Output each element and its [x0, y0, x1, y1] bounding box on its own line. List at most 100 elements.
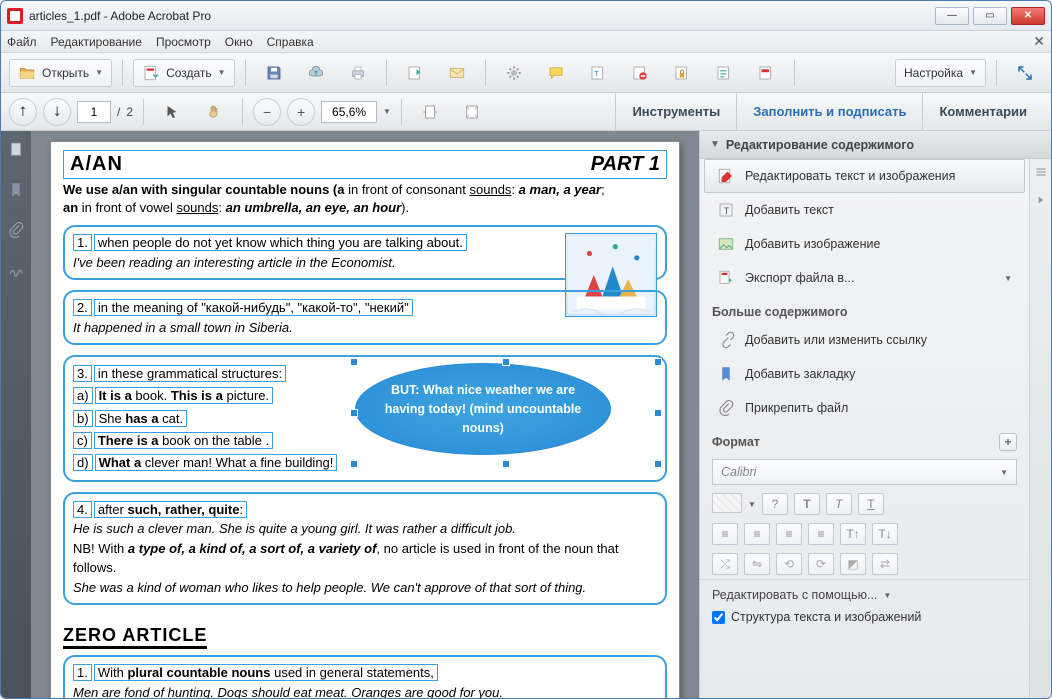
align-center-button[interactable]: ≡	[744, 523, 770, 545]
save-button[interactable]	[256, 59, 292, 87]
superscript-button[interactable]: T↑	[840, 523, 866, 545]
comment-button[interactable]	[538, 59, 574, 87]
remove-button[interactable]	[622, 59, 658, 87]
protect-button[interactable]	[664, 59, 700, 87]
replace-button[interactable]: ⇄	[872, 553, 898, 575]
caret-icon[interactable]: ▼	[748, 500, 756, 509]
align-justify-button[interactable]: ≡	[808, 523, 834, 545]
tab-comments[interactable]: Комментарии	[922, 93, 1043, 131]
email-button[interactable]	[439, 59, 475, 87]
resize-handle[interactable]	[654, 460, 662, 468]
font-size-button[interactable]: ?	[762, 493, 788, 515]
fit-width-button[interactable]	[412, 98, 448, 126]
intro-text: We use a/an with singular countable noun…	[63, 181, 667, 217]
zoom-input[interactable]	[321, 101, 377, 123]
menu-help[interactable]: Справка	[267, 35, 314, 49]
right-panel: ▼ Редактирование содержимого Редактирова…	[699, 131, 1051, 699]
resize-handle[interactable]	[654, 409, 662, 417]
multimedia-button[interactable]	[748, 59, 784, 87]
menu-window[interactable]: Окно	[225, 35, 253, 49]
font-selector[interactable]: Calibri ▼	[712, 459, 1017, 485]
document-viewport[interactable]: A/AN PART 1 We use a/an with singular co…	[31, 131, 699, 699]
caret-icon: ▼	[969, 68, 977, 77]
gear-button[interactable]	[496, 59, 532, 87]
next-page-button[interactable]: ⭣	[43, 98, 71, 126]
format-row-2: ≡ ≡ ≡ ≡ T↑ T↓	[700, 519, 1029, 549]
create-button[interactable]: Создать ▼	[133, 59, 235, 87]
save-cloud-button[interactable]	[298, 59, 334, 87]
tab-fill-sign[interactable]: Заполнить и подписать	[736, 93, 922, 131]
export-file-item[interactable]: Экспорт файла в... ▼	[704, 261, 1025, 295]
attachments-icon[interactable]	[7, 221, 25, 239]
add-link-item[interactable]: Добавить или изменить ссылку	[704, 323, 1025, 357]
italic-button[interactable]: T	[826, 493, 852, 515]
panel-header[interactable]: ▼ Редактирование содержимого	[700, 131, 1051, 159]
resize-handle[interactable]	[654, 358, 662, 366]
panel-body: Редактировать текст и изображения T Доба…	[700, 159, 1029, 699]
tab-tools[interactable]: Инструменты	[615, 93, 736, 131]
page-number-input[interactable]	[77, 101, 111, 123]
cloud-up-icon	[307, 64, 325, 82]
expand-format-button[interactable]: +	[999, 433, 1017, 451]
thumbnails-icon[interactable]	[7, 141, 25, 159]
crop-button[interactable]: ◩	[840, 553, 866, 575]
bold-button[interactable]: T	[794, 493, 820, 515]
caret-icon[interactable]: ▼	[383, 107, 391, 116]
print-button[interactable]	[340, 59, 376, 87]
text-edit-button[interactable]: T	[580, 59, 616, 87]
prev-page-button[interactable]: ⭡	[9, 98, 37, 126]
structure-checkbox-row[interactable]: Структура текста и изображений	[712, 610, 1017, 624]
add-bookmark-item[interactable]: Добавить закладку	[704, 357, 1025, 391]
svg-text:T: T	[594, 69, 599, 78]
select-tool[interactable]	[154, 98, 190, 126]
resize-handle[interactable]	[502, 460, 510, 468]
menu-view[interactable]: Просмотр	[156, 35, 211, 49]
flip-v-button[interactable]: ⤭	[712, 553, 738, 575]
color-swatch[interactable]	[712, 493, 742, 513]
doc-heading-row: A/AN PART 1	[63, 150, 667, 179]
structure-checkbox[interactable]	[712, 611, 725, 624]
selected-ellipse-object[interactable]: BUT: What nice weather we are having tod…	[355, 363, 657, 463]
subscript-button[interactable]: T↓	[872, 523, 898, 545]
rotate-cw-button[interactable]: ⟳	[808, 553, 834, 575]
add-text-item[interactable]: T Добавить текст	[704, 193, 1025, 227]
fullscreen-button[interactable]	[1007, 59, 1043, 87]
customize-button[interactable]: Настройка ▼	[895, 59, 986, 87]
open-button[interactable]: Открыть ▼	[9, 59, 112, 87]
zoom-out-button[interactable]: −	[253, 98, 281, 126]
maximize-button[interactable]: ▭	[973, 7, 1007, 25]
zoom-in-button[interactable]: +	[287, 98, 315, 126]
resize-handle[interactable]	[350, 409, 358, 417]
rotate-ccw-button[interactable]: ⟲	[776, 553, 802, 575]
attach-file-item[interactable]: Прикрепить файл	[704, 391, 1025, 425]
menu-file[interactable]: Файл	[7, 35, 37, 49]
panel-menu-icon[interactable]	[1034, 165, 1048, 179]
share-button[interactable]	[397, 59, 433, 87]
titlebar: articles_1.pdf - Adobe Acrobat Pro — ▭ ✕	[1, 1, 1051, 31]
fit-page-button[interactable]	[454, 98, 490, 126]
callout-ellipse[interactable]: BUT: What nice weather we are having tod…	[355, 363, 611, 455]
bookmarks-icon[interactable]	[7, 181, 25, 199]
align-right-button[interactable]: ≡	[776, 523, 802, 545]
align-left-button[interactable]: ≡	[712, 523, 738, 545]
menubar: Файл Редактирование Просмотр Окно Справк…	[1, 31, 1051, 53]
document-close-icon[interactable]: ✕	[1033, 33, 1045, 50]
pdf-page: A/AN PART 1 We use a/an with singular co…	[50, 141, 680, 699]
edit-with-row[interactable]: Редактировать с помощью... ▼	[712, 588, 1017, 602]
resize-handle[interactable]	[502, 358, 510, 366]
close-button[interactable]: ✕	[1011, 7, 1045, 25]
resize-handle[interactable]	[350, 358, 358, 366]
add-image-item[interactable]: Добавить изображение	[704, 227, 1025, 261]
minimize-button[interactable]: —	[935, 7, 969, 25]
forms-button[interactable]	[706, 59, 742, 87]
signatures-icon[interactable]	[7, 261, 25, 279]
flip-h-button[interactable]: ⇋	[744, 553, 770, 575]
resize-handle[interactable]	[350, 460, 358, 468]
page-total: 2	[126, 105, 133, 119]
edit-text-images-item[interactable]: Редактировать текст и изображения	[704, 159, 1025, 193]
menu-edit[interactable]: Редактирование	[51, 35, 142, 49]
hand-tool[interactable]	[196, 98, 232, 126]
caret-icon: ▼	[1000, 468, 1008, 477]
underline-button[interactable]: T	[858, 493, 884, 515]
panel-collapse-icon[interactable]	[1034, 193, 1048, 207]
